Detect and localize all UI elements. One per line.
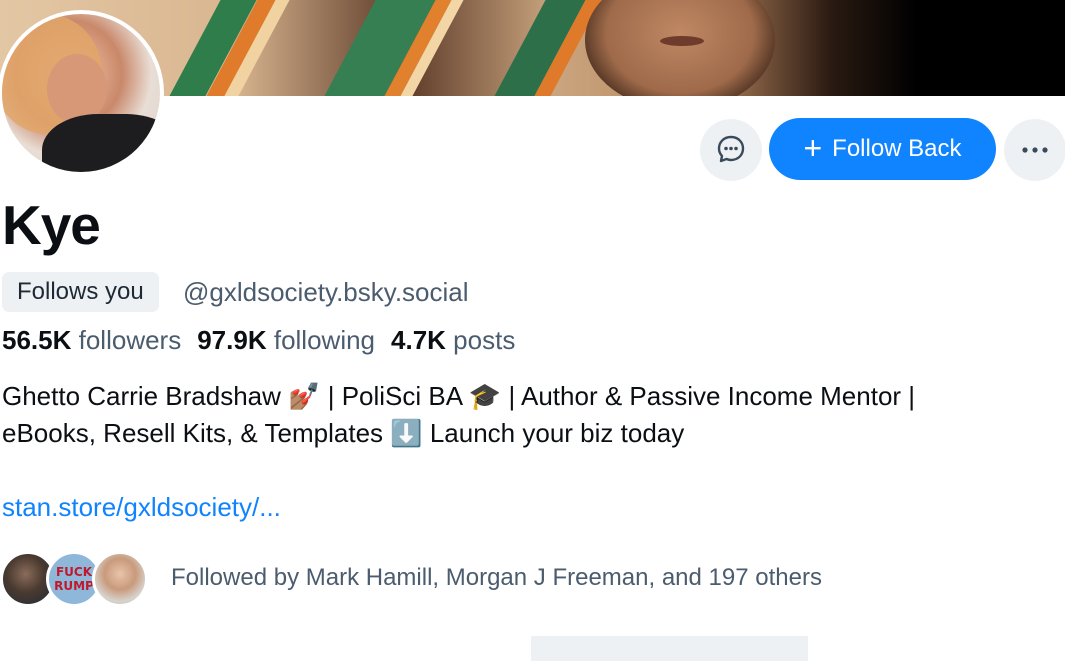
profile-bio: Ghetto Carrie Bradshaw 💅🏽 | PoliSci BA 🎓…: [2, 378, 1062, 452]
display-name: Kye: [2, 194, 101, 256]
following-count: 97.9K: [197, 325, 267, 355]
bio-line-1: Ghetto Carrie Bradshaw 💅🏽 | PoliSci BA 🎓…: [2, 381, 916, 411]
following-label: following: [273, 325, 376, 355]
profile-link[interactable]: stan.store/gxldsociety/...: [2, 492, 281, 523]
bio-line-2: eBooks, Resell Kits, & Templates ⬇️ Laun…: [2, 418, 685, 448]
profile-page: + Follow Back Kye Follows you @gxldsocie…: [0, 0, 1065, 661]
profile-handle: @gxldsociety.bsky.social: [183, 277, 469, 307]
follow-back-label: Follow Back: [832, 135, 962, 162]
posts-stat: 4.7K posts: [391, 325, 515, 356]
following-stat[interactable]: 97.9K following: [197, 325, 375, 356]
message-bubble-icon: [716, 134, 746, 167]
plus-icon: +: [803, 130, 823, 166]
profile-avatar[interactable]: [0, 10, 164, 176]
followers-stat[interactable]: 56.5K followers: [2, 325, 181, 356]
posts-count: 4.7K: [391, 325, 446, 355]
followers-count: 56.5K: [2, 325, 72, 355]
follower-avatar-2-text-top: FUCK: [55, 565, 93, 579]
tab-bar-fragment: [531, 636, 808, 661]
posts-label: posts: [453, 325, 516, 355]
followed-by-text[interactable]: Followed by Mark Hamill, Morgan J Freema…: [171, 564, 822, 592]
more-options-button[interactable]: [1004, 119, 1065, 181]
profile-stats: 56.5K followers 97.9K following 4.7K pos…: [2, 325, 515, 356]
ellipsis-icon: [1020, 143, 1050, 158]
follows-you-badge: Follows you: [2, 272, 159, 312]
follower-avatar-3[interactable]: [92, 551, 148, 607]
follower-avatar-2-text-bottom: RUMP: [54, 579, 94, 593]
follow-back-button[interactable]: + Follow Back: [769, 118, 996, 180]
followers-label: followers: [78, 325, 182, 355]
message-button[interactable]: [700, 119, 762, 181]
